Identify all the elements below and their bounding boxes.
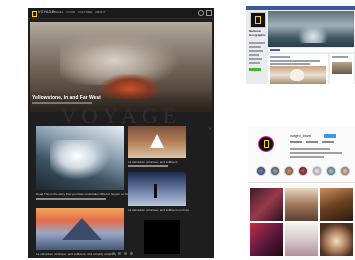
page-dot[interactable]: [124, 252, 127, 255]
story-card-desert[interactable]: [128, 126, 186, 158]
nav-item[interactable]: ABOUT: [95, 10, 105, 14]
bio-line: [290, 156, 324, 158]
page-avatar[interactable]: [250, 12, 266, 28]
page-dot[interactable]: [112, 252, 115, 255]
story-card-mountain[interactable]: [36, 208, 124, 250]
feed-post[interactable]: [268, 54, 328, 84]
following-count: [322, 141, 334, 143]
story-card-clouds[interactable]: [36, 126, 124, 190]
post-image[interactable]: [270, 66, 326, 84]
like-button[interactable]: [270, 49, 280, 51]
page-name[interactable]: National Geographic: [249, 29, 267, 37]
logo-frame-icon: [255, 16, 261, 24]
story-highlight[interactable]: [298, 166, 308, 176]
page-action-bar: [268, 48, 354, 52]
followers-count: [306, 141, 318, 143]
grid-photo[interactable]: [285, 188, 318, 221]
chevron-right-icon[interactable]: ›: [209, 126, 211, 132]
facebook-top-bar: [246, 6, 355, 10]
bio-line: [290, 152, 342, 154]
story-card-dark[interactable]: [144, 220, 180, 254]
page-dot[interactable]: [130, 252, 133, 255]
cover-photo[interactable]: [268, 11, 354, 47]
cloud-image: [50, 140, 110, 180]
grid-photo[interactable]: [320, 188, 353, 221]
wave-image: [298, 21, 328, 43]
username[interactable]: natgeo_travel: [290, 134, 311, 138]
bird-shape: [290, 69, 304, 81]
sidebar-item[interactable]: [249, 42, 265, 44]
nav-item[interactable]: FOOD: [66, 10, 75, 14]
right-column-card: [330, 54, 354, 84]
search-icon[interactable]: [198, 10, 204, 16]
story-caption[interactable]: La sabuidum volunteer, and sufficient, v…: [36, 252, 116, 256]
grid-photo[interactable]: [285, 223, 318, 256]
mountain-shape: [62, 218, 102, 240]
story-highlight[interactable]: [326, 166, 336, 176]
instagram-profile-mockup: natgeo_travel: [248, 126, 355, 260]
grid-divider: [248, 182, 355, 183]
follow-button[interactable]: [324, 134, 336, 138]
profile-picture[interactable]: [258, 136, 274, 152]
bio-line: [290, 148, 330, 150]
grid-photo[interactable]: [320, 223, 353, 256]
posts-count: [290, 141, 302, 143]
card-photo[interactable]: [332, 62, 352, 74]
site-nav: TRAVEL FOOD CULTURE ABOUT: [52, 10, 105, 14]
pagination-dots: [112, 252, 133, 255]
story-highlight[interactable]: [256, 166, 266, 176]
logo-frame-icon[interactable]: [32, 11, 37, 17]
nav-item[interactable]: CULTURE: [78, 10, 92, 14]
tent-shape: [150, 134, 164, 148]
sidebar-item[interactable]: [249, 50, 263, 52]
hero-title[interactable]: Yellowstone, In and Far West: [32, 95, 101, 101]
nav-item[interactable]: TRAVEL: [52, 10, 63, 14]
grid-photo[interactable]: [250, 223, 283, 256]
story-highlight[interactable]: [340, 166, 350, 176]
grid-photo[interactable]: [250, 188, 283, 221]
page-dot[interactable]: [118, 252, 121, 255]
section-watermark: VOYAGE: [60, 103, 182, 128]
story-caption[interactable]: La sabuidum volunteer, and sufficient: [128, 160, 177, 164]
card-title-line: [332, 56, 348, 58]
magazine-website-mockup: VOYAGE TRAVEL FOOD CULTURE ABOUT Yellows…: [28, 8, 214, 258]
sidebar-item[interactable]: [249, 54, 259, 56]
story-caption[interactable]: Read This is the story that you have und…: [36, 192, 133, 196]
post-text-line: [270, 63, 310, 65]
sidebar-item[interactable]: [249, 62, 260, 64]
sidebar-item[interactable]: [249, 46, 261, 48]
logo-frame-icon: [264, 140, 269, 148]
story-highlight[interactable]: [312, 166, 322, 176]
caption-line: [36, 198, 106, 200]
post-author-line: [270, 56, 290, 58]
story-highlight[interactable]: [284, 166, 294, 176]
story-highlight[interactable]: [270, 166, 280, 176]
sidebar-item[interactable]: [249, 58, 262, 60]
post-text-line: [270, 60, 320, 62]
menu-icon[interactable]: [206, 10, 212, 16]
figure-silhouette: [154, 184, 157, 198]
create-button[interactable]: [249, 68, 261, 71]
facebook-page-mockup: National Geographic: [246, 6, 355, 84]
story-caption[interactable]: La sabuidum volunteer, and sufficient on…: [128, 208, 189, 212]
caption-line: [128, 165, 168, 167]
story-card-figure[interactable]: [128, 172, 186, 206]
